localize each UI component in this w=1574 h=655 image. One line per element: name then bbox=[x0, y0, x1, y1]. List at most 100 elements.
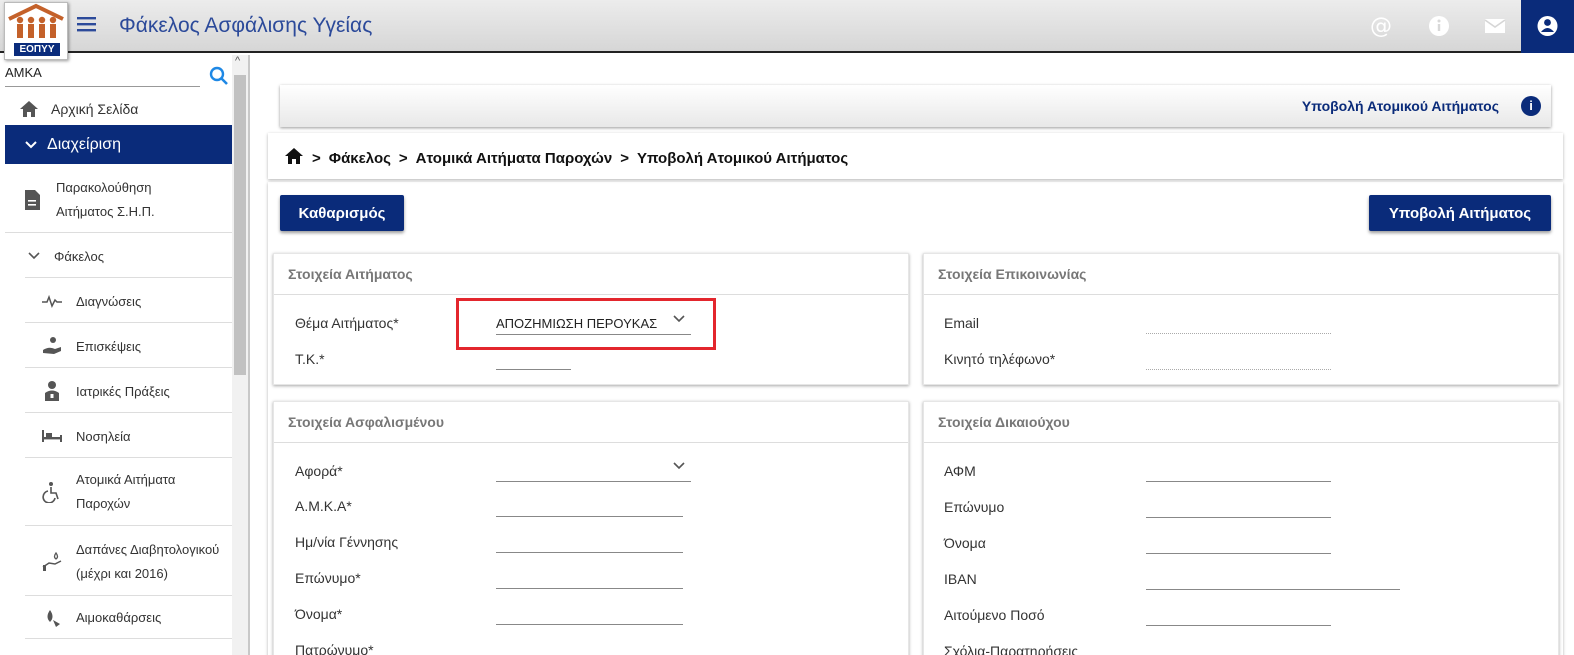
mobile-label: Κινητό τηλέφωνο* bbox=[944, 351, 1056, 367]
page-title: Υποβολή Ατομικού Αιτήματος bbox=[1301, 98, 1499, 114]
sidebar-item-label: Παροχών bbox=[76, 496, 131, 511]
eopyy-logo[interactable]: ΕΟΠΥΥ bbox=[4, 2, 68, 60]
section-title: Στοιχεία Ασφαλισμένου bbox=[274, 402, 908, 443]
divider bbox=[25, 638, 232, 639]
page-header: Υποβολή Ατομικού Αιτήματος i bbox=[280, 85, 1551, 127]
email-field[interactable] bbox=[1146, 333, 1331, 334]
birth-date-field[interactable] bbox=[496, 552, 683, 553]
iban-label: IBAN bbox=[944, 571, 977, 587]
svg-text:@: @ bbox=[1370, 14, 1392, 39]
chevron-down-icon bbox=[19, 133, 43, 157]
sidebar-item-tracking[interactable]: Παρακολούθηση Αιτήματος Σ.Η.Π. bbox=[0, 173, 232, 227]
chevron-right-icon: > bbox=[620, 149, 629, 167]
beneficiary-details-section: Στοιχεία Δικαιούχου ΑΦΜ Επώνυμο Όνομα IB… bbox=[923, 401, 1559, 655]
doctor-icon bbox=[40, 379, 64, 403]
scroll-thumb[interactable] bbox=[234, 75, 246, 375]
account-button[interactable] bbox=[1521, 0, 1574, 53]
divider bbox=[5, 232, 232, 233]
clear-button[interactable]: Καθαρισμός bbox=[280, 195, 404, 231]
at-icon[interactable]: @ bbox=[1368, 13, 1394, 39]
home-icon bbox=[17, 97, 41, 121]
info-icon[interactable]: i bbox=[1521, 96, 1541, 116]
request-form: Καθαρισμός Υποβολή Αιτήματος Στοιχεία Αι… bbox=[268, 182, 1563, 655]
breadcrumb-item[interactable]: Φάκελος bbox=[329, 150, 391, 167]
section-title: Στοιχεία Αιτήματος bbox=[274, 254, 908, 295]
divider bbox=[25, 525, 232, 526]
sidebar-item-medical-acts[interactable]: Ιατρικές Πράξεις bbox=[0, 375, 232, 407]
hand-care-icon bbox=[40, 334, 64, 358]
scroll-up-arrow-icon[interactable]: ^ bbox=[235, 55, 240, 67]
first-name-label: Όνομα bbox=[944, 535, 986, 551]
sidebar-item-hospitalization[interactable]: Νοσηλεία bbox=[0, 420, 232, 452]
surname-field[interactable] bbox=[496, 588, 683, 589]
divider bbox=[25, 595, 232, 596]
hamburger-menu-icon[interactable] bbox=[76, 14, 98, 34]
sidebar-item-label: Ιατρικές Πράξεις bbox=[76, 383, 170, 399]
sidebar-item-label: Φάκελος bbox=[54, 248, 104, 264]
request-details-section: Στοιχεία Αιτήματος Θέμα Αιτήματος* ΑΠΟΖΗ… bbox=[273, 253, 909, 385]
mail-icon[interactable] bbox=[1482, 13, 1508, 39]
contact-details-section: Στοιχεία Επικοινωνίας Email Κινητό τηλέφ… bbox=[923, 253, 1559, 385]
sidebar-item-management[interactable]: Διαχείριση bbox=[5, 125, 232, 164]
search-icon[interactable] bbox=[208, 65, 230, 90]
breadcrumb-item: Υποβολή Ατομικού Αιτήματος bbox=[636, 149, 849, 167]
chevron-right-icon: > bbox=[398, 149, 408, 167]
sidebar-item-visits[interactable]: Επισκέψεις bbox=[0, 330, 232, 362]
first-name-field[interactable] bbox=[496, 624, 683, 625]
subject-label: Θέμα Αιτήματος* bbox=[295, 315, 399, 331]
regarding-underline bbox=[496, 481, 691, 482]
amka-label: ΑΜΚΑ bbox=[5, 65, 42, 80]
chevron-down-icon[interactable] bbox=[672, 458, 686, 474]
postal-code-input[interactable] bbox=[496, 369, 571, 370]
amka-label: Α.Μ.Κ.Α* bbox=[295, 498, 352, 514]
breadcrumb: > Φάκελος > Ατομικά Αιτήματα Παροχών > Υ… bbox=[268, 133, 1563, 179]
iban-field[interactable] bbox=[1146, 589, 1400, 590]
tax-id-field[interactable] bbox=[1146, 481, 1331, 482]
sidebar-item-label: (μέχρι και 2016) bbox=[76, 566, 168, 581]
sidebar-item-label: Διαχείριση bbox=[47, 135, 122, 153]
chevron-right-icon: > bbox=[312, 149, 321, 167]
submit-request-button[interactable]: Υποβολή Αιτήματος bbox=[1369, 195, 1551, 231]
insured-details-section: Στοιχεία Ασφαλισμένου Αφορά* Α.Μ.Κ.Α* Ημ… bbox=[273, 401, 909, 655]
sidebar-item-diagnoses[interactable]: Διαγνώσεις bbox=[0, 285, 232, 317]
main-content: Υποβολή Ατομικού Αιτήματος i > Φάκελος >… bbox=[252, 55, 1574, 655]
sidebar-item-label: Αρχική Σελίδα bbox=[51, 101, 139, 117]
divider bbox=[25, 322, 232, 323]
wheelchair-icon bbox=[40, 480, 64, 504]
blood-drop-icon bbox=[40, 605, 64, 629]
family-logo-icon bbox=[8, 3, 64, 38]
sidebar-item-label: Αιτήματος Σ.Η.Π. bbox=[56, 204, 155, 219]
first-name-field[interactable] bbox=[1146, 553, 1331, 554]
bed-icon bbox=[40, 424, 64, 448]
comments-label: Σχόλια-Παρατηρήσεις bbox=[944, 643, 1079, 655]
sidebar-item-label: Παρακολούθηση bbox=[56, 180, 152, 195]
amka-field[interactable] bbox=[496, 516, 683, 517]
hand-drop-icon bbox=[40, 550, 64, 574]
breadcrumb-item[interactable]: Ατομικά Αιτήματα Παροχών bbox=[416, 150, 613, 167]
sidebar-item-folder[interactable]: Φάκελος bbox=[0, 240, 232, 272]
first-name-label: Όνομα* bbox=[295, 606, 343, 622]
amount-field[interactable] bbox=[1146, 625, 1331, 626]
account-icon bbox=[1537, 16, 1558, 36]
regarding-label: Αφορά* bbox=[295, 463, 343, 479]
surname-label: Επώνυμο* bbox=[295, 570, 361, 586]
info-icon[interactable] bbox=[1426, 13, 1452, 39]
sidebar-item-individual-requests[interactable]: Ατομικά Αιτήματα Παροχών bbox=[0, 466, 232, 518]
sidebar-item-label: Δαπάνες Διαβητολογικού bbox=[76, 542, 220, 557]
sidebar-item-label: Ατομικά Αιτήματα bbox=[76, 472, 176, 487]
amka-search-input[interactable]: ΑΜΚΑ bbox=[5, 65, 200, 87]
sidebar-item-label: Διαγνώσεις bbox=[76, 293, 142, 309]
fathers-name-label: Πατρώνυμο* bbox=[295, 642, 374, 655]
highlight-box bbox=[456, 298, 716, 350]
sidebar-item-dialysis[interactable]: Αιμοκαθάρσεις bbox=[0, 601, 232, 633]
home-icon[interactable] bbox=[284, 147, 304, 169]
sidebar-item-home[interactable]: Αρχική Σελίδα bbox=[0, 93, 232, 125]
sidebar-item-label: Νοσηλεία bbox=[76, 428, 131, 444]
surname-field[interactable] bbox=[1146, 517, 1331, 518]
divider bbox=[25, 412, 232, 413]
sidebar-item-diabetes-expenses[interactable]: Δαπάνες Διαβητολογικού (μέχρι και 2016) bbox=[0, 536, 240, 588]
mobile-field[interactable] bbox=[1146, 369, 1331, 370]
sidebar: ΑΜΚΑ ^ Αρχική Σελίδα Διαχείριση Παρακολο… bbox=[0, 55, 250, 655]
section-title: Στοιχεία Επικοινωνίας bbox=[924, 254, 1558, 295]
logo-text: ΕΟΠΥΥ bbox=[14, 43, 60, 56]
